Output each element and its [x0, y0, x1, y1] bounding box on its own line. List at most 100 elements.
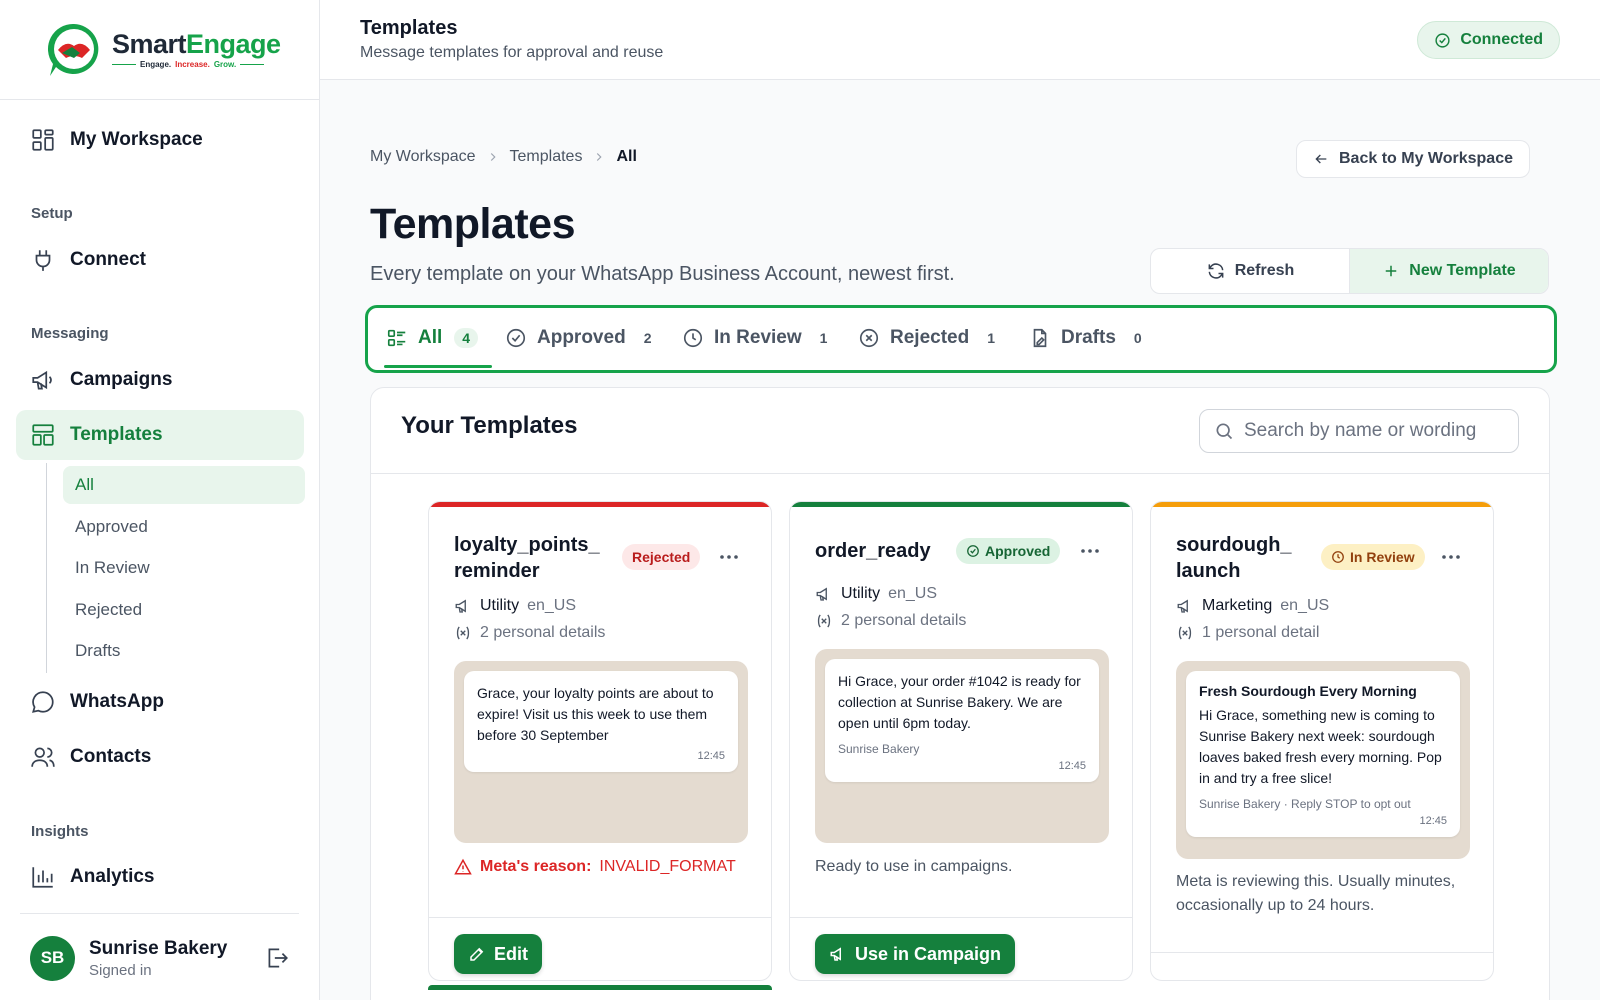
category-label: Marketing	[1202, 597, 1273, 614]
refresh-icon	[1208, 263, 1224, 279]
megaphone-icon	[32, 370, 52, 390]
page-description: Every template on your WhatsApp Business…	[370, 263, 955, 285]
templates-panel: Your Templates loyalty_points_ reminder R…	[370, 387, 1550, 1000]
logout-icon[interactable]	[264, 945, 290, 971]
template-category: Utility en_US	[454, 597, 576, 615]
subnav-drafts[interactable]: Drafts	[63, 632, 305, 670]
bar-chart-icon	[32, 867, 53, 888]
more-options-icon[interactable]	[1439, 545, 1463, 569]
back-button-label: Back to My Workspace	[1339, 150, 1513, 167]
tab-all-count: 4	[454, 328, 479, 348]
card-footer	[1151, 952, 1493, 980]
status-badge-label: Approved	[985, 543, 1051, 559]
more-options-icon[interactable]	[717, 545, 741, 569]
tab-drafts[interactable]: Drafts 0	[1029, 308, 1142, 368]
megaphone-icon	[455, 599, 466, 613]
template-card: loyalty_points_ reminder Rejected Utility…	[428, 501, 772, 981]
breadcrumb-templates[interactable]: Templates	[510, 148, 583, 166]
nav-my-workspace[interactable]: My Workspace	[16, 115, 304, 165]
check-circle-icon	[1435, 32, 1450, 48]
breadcrumb-workspace[interactable]: My Workspace	[370, 148, 476, 166]
nav-campaigns-label: Campaigns	[70, 369, 173, 390]
variables-count: 2 personal details	[841, 612, 967, 629]
language-label: en_US	[527, 597, 577, 614]
status-strip	[429, 502, 771, 507]
tab-rejected[interactable]: Rejected 1	[858, 308, 995, 368]
check-circle-icon	[967, 545, 979, 557]
brand-name-part1: Smart	[112, 29, 187, 59]
use-in-campaign-label: Use in Campaign	[855, 943, 1002, 964]
dashboard-icon	[32, 129, 54, 151]
sidebar: SmartEngage Engage. Increase. Grow. My W…	[0, 0, 320, 1000]
nav-analytics[interactable]: Analytics	[16, 852, 304, 902]
template-name: sourdough_ launch	[1176, 532, 1292, 584]
search-input[interactable]	[1244, 420, 1494, 442]
new-template-label: New Template	[1409, 262, 1516, 279]
section-label-insights: Insights	[31, 823, 89, 840]
message-body: Hi Grace, your order #1042 is ready for …	[838, 673, 1081, 731]
message-body: Hi Grace, something new is coming to Sun…	[1199, 707, 1442, 786]
status-strip	[1151, 502, 1493, 507]
nav-contacts-label: Contacts	[70, 746, 152, 767]
tab-all[interactable]: All 4	[383, 308, 493, 368]
tab-approved[interactable]: Approved 2	[505, 308, 651, 368]
tagline-engage: Engage.	[140, 60, 172, 69]
top-header: Templates Message templates for approval…	[320, 0, 1600, 80]
rejection-reason: Meta's reason: INVALID_FORMAT	[454, 855, 746, 879]
tagline-increase: Increase.	[175, 60, 210, 69]
chat-bubble-icon	[32, 691, 54, 713]
subnav-rejected[interactable]: Rejected	[63, 591, 305, 629]
refresh-button[interactable]: Refresh	[1151, 249, 1350, 293]
nav-templates[interactable]: Templates	[16, 410, 304, 460]
template-variables: 1 personal detail	[1176, 624, 1319, 642]
nav-whatsapp[interactable]: WhatsApp	[16, 677, 304, 727]
status-badge: Rejected	[622, 544, 701, 570]
message-footer: Sunrise Bakery · Reply STOP to opt out	[1199, 797, 1411, 811]
breadcrumb: My Workspace Templates All	[370, 148, 637, 166]
status-strip	[790, 502, 1132, 507]
x-circle-icon	[859, 328, 879, 348]
template-card: order_ready Approved Utility en_US 2 per…	[789, 501, 1133, 981]
tagline-grow: Grow.	[213, 60, 237, 69]
message-bubble: Fresh Sourdough Every Morning Hi Grace, …	[1186, 671, 1460, 837]
brand-logo[interactable]: SmartEngage Engage. Increase. Grow.	[0, 0, 319, 100]
status-badge-label: In Review	[1350, 549, 1415, 565]
subnav-approved[interactable]: Approved	[63, 508, 305, 546]
template-name-line1: loyalty_points_	[454, 534, 600, 556]
more-options-icon[interactable]	[1078, 539, 1102, 563]
nav-connect[interactable]: Connect	[16, 235, 304, 285]
nav-campaigns[interactable]: Campaigns	[16, 355, 304, 405]
variables-count: 2 personal details	[480, 624, 606, 641]
tab-in-review-count: 1	[819, 330, 828, 346]
brand-tagline: Engage. Increase. Grow.	[112, 60, 281, 69]
template-category: Utility en_US	[815, 585, 937, 603]
language-label: en_US	[888, 585, 938, 602]
template-name-line1: sourdough_	[1176, 534, 1292, 556]
template-variables: 2 personal details	[815, 612, 966, 630]
list-icon	[387, 329, 406, 347]
header-subtitle: Message templates for approval and reuse	[360, 44, 664, 61]
brand-name-part2: Engage	[186, 29, 281, 59]
variables-count: 1 personal detail	[1202, 624, 1320, 641]
back-to-workspace-button[interactable]: Back to My Workspace	[1296, 140, 1530, 178]
reason-label: Meta's reason:	[480, 858, 592, 875]
new-template-button[interactable]: New Template	[1350, 249, 1548, 293]
breadcrumb-current: All	[616, 148, 637, 165]
templates-subnav: All Approved In Review Rejected Drafts	[46, 463, 305, 673]
status-badge: Approved	[956, 538, 1061, 564]
nav-contacts[interactable]: Contacts	[16, 732, 304, 782]
clock-icon	[683, 328, 703, 348]
template-category: Marketing en_US	[1176, 597, 1329, 615]
subnav-in-review[interactable]: In Review	[63, 549, 305, 587]
check-circle-icon	[506, 328, 526, 348]
user-profile: SB Sunrise Bakery Signed in	[30, 935, 290, 981]
message-header: Fresh Sourdough Every Morning	[1199, 683, 1417, 699]
use-in-campaign-button[interactable]: Use in Campaign	[815, 934, 1016, 974]
edit-button[interactable]: Edit	[454, 934, 542, 974]
tab-in-review[interactable]: In Review 1	[682, 308, 827, 368]
page-title: Templates	[370, 200, 576, 248]
language-label: en_US	[1280, 597, 1330, 614]
tab-drafts-label: Drafts	[1061, 327, 1116, 348]
plus-icon	[1386, 265, 1397, 277]
subnav-all[interactable]: All	[63, 466, 305, 504]
